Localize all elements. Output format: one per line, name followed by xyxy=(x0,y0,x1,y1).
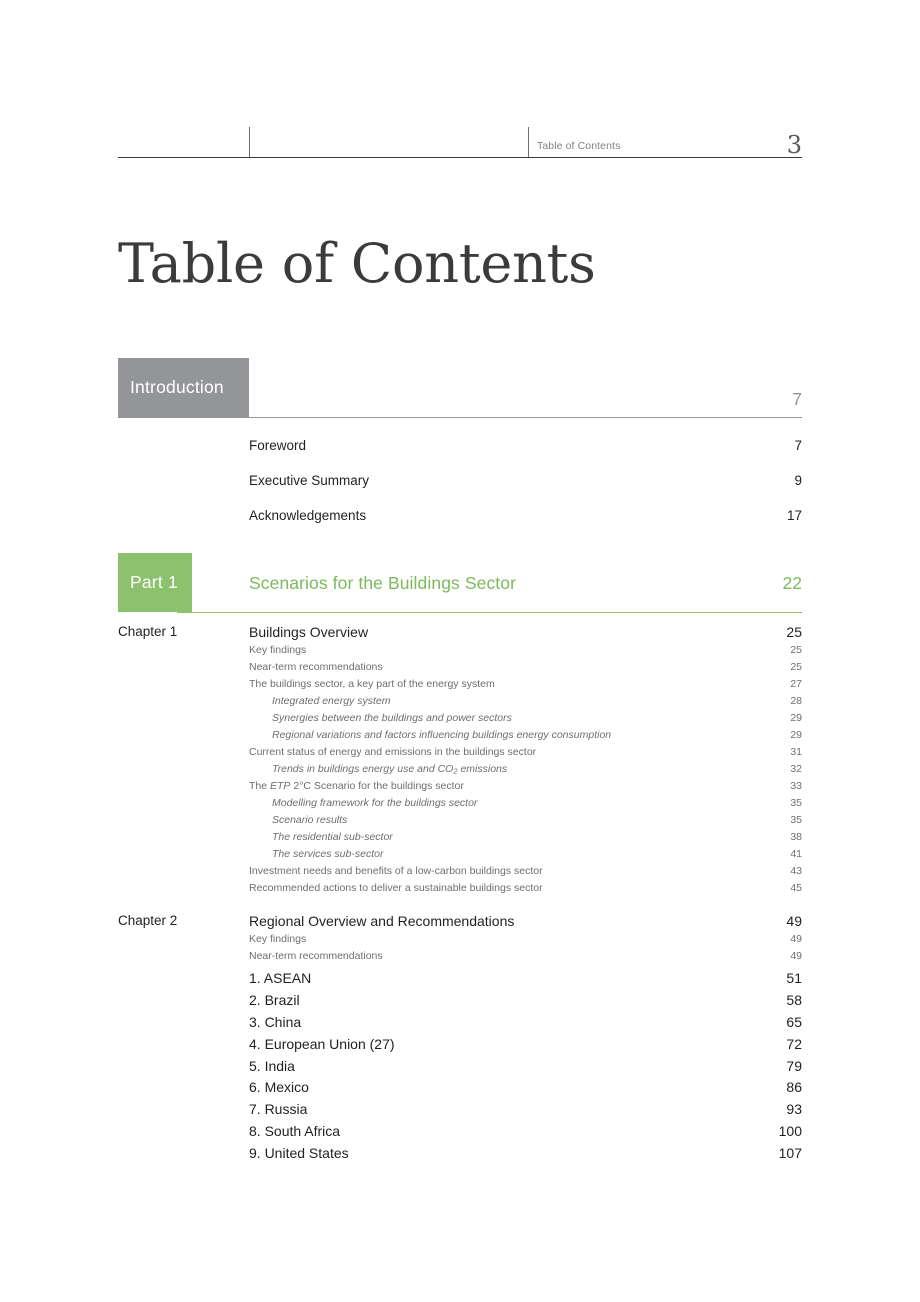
toc-entry-title[interactable]: Integrated energy system xyxy=(272,695,390,707)
toc-entry-page-number: 35 xyxy=(790,814,802,826)
running-header: Table of Contents 3 xyxy=(118,127,802,158)
section-banner-label-introduction: Introduction xyxy=(118,358,249,417)
toc-entry-page-number: 38 xyxy=(790,831,802,843)
toc-entry-title[interactable]: 2. Brazil xyxy=(249,992,300,1008)
toc-entry-page-number: 49 xyxy=(790,950,802,962)
toc-entry-page-number: 25 xyxy=(790,661,802,673)
header-section-label: Table of Contents xyxy=(537,140,621,152)
page-title: Table of Contents xyxy=(118,232,596,296)
section-banner-part-1: Part 1 Scenarios for the Buildings Secto… xyxy=(118,553,802,615)
toc-entry-title[interactable]: Executive Summary xyxy=(249,473,369,488)
toc-entry-title[interactable]: The residential sub-sector xyxy=(272,831,393,843)
document-page: Table of Contents 3 Table of Contents In… xyxy=(118,0,802,1302)
toc-entry-page-number: 33 xyxy=(790,780,802,792)
toc-entry-page-number: 65 xyxy=(786,1014,802,1030)
toc-entry-title[interactable]: Near-term recommendations xyxy=(249,950,383,962)
toc-entry-chapter-label: Chapter 1 xyxy=(118,624,178,639)
toc-entry-page-number: 93 xyxy=(786,1101,802,1117)
toc-entry-chapter-label: Chapter 2 xyxy=(118,913,178,928)
section-banner-introduction: Introduction 7 xyxy=(118,358,802,420)
toc-entry-page-number: 25 xyxy=(790,644,802,656)
toc-entry-page-number: 17 xyxy=(786,508,802,523)
toc-entry-page-number: 79 xyxy=(786,1058,802,1074)
header-divider-left xyxy=(249,127,250,157)
toc-entry-title[interactable]: Key findings xyxy=(249,933,306,945)
toc-entry-title[interactable]: 3. China xyxy=(249,1014,301,1030)
toc-entry-title[interactable]: Trends in buildings energy use and CO2 e… xyxy=(272,763,507,776)
toc-entry-title[interactable]: 7. Russia xyxy=(249,1101,307,1117)
toc-entry-title[interactable]: 5. India xyxy=(249,1058,295,1074)
toc-entry-page-number: 35 xyxy=(790,797,802,809)
toc-entry-page-number: 29 xyxy=(790,729,802,741)
toc-entry-title[interactable]: Foreword xyxy=(249,438,306,453)
section-banner-label-part-1: Part 1 xyxy=(118,553,192,612)
toc-entry-page-number: 27 xyxy=(790,678,802,690)
toc-entry-title[interactable]: Current status of energy and emissions i… xyxy=(249,746,536,758)
toc-entry-title[interactable]: Key findings xyxy=(249,644,306,656)
toc-entry-title[interactable]: The buildings sector, a key part of the … xyxy=(249,678,495,690)
toc-entry-page-number: 28 xyxy=(790,695,802,707)
toc-entry-page-number: 51 xyxy=(786,970,802,986)
toc-entry-title[interactable]: Regional variations and factors influenc… xyxy=(272,729,611,741)
toc-entry-title[interactable]: Buildings Overview xyxy=(249,624,368,640)
section-rule-introduction xyxy=(118,417,802,418)
toc-entry-page-number: 72 xyxy=(786,1036,802,1052)
toc-entry-page-number: 9 xyxy=(794,473,802,488)
header-page-number: 3 xyxy=(786,131,802,159)
toc-entry-title[interactable]: 1. ASEAN xyxy=(249,970,311,986)
toc-entry-page-number: 86 xyxy=(786,1079,802,1095)
toc-entry-page-number: 31 xyxy=(790,746,802,758)
toc-entry-title[interactable]: Investment needs and benefits of a low-c… xyxy=(249,865,543,877)
toc-entry-page-number: 32 xyxy=(790,763,802,775)
toc-entry-page-number: 43 xyxy=(790,865,802,877)
toc-entry-title[interactable]: Acknowledgements xyxy=(249,508,366,523)
toc-entry-title[interactable]: 8. South Africa xyxy=(249,1123,340,1139)
toc-entry-page-number: 49 xyxy=(790,933,802,945)
toc-entry-title[interactable]: Near-term recommendations xyxy=(249,661,383,673)
toc-entry-title[interactable]: The ETP 2°C Scenario for the buildings s… xyxy=(249,780,464,792)
toc-entry-title[interactable]: Synergies between the buildings and powe… xyxy=(272,712,512,724)
toc-entry-page-number: 58 xyxy=(786,992,802,1008)
header-divider-right xyxy=(528,127,529,157)
toc-entry-page-number: 100 xyxy=(778,1123,802,1139)
toc-entry-title[interactable]: 4. European Union (27) xyxy=(249,1036,395,1052)
toc-entry-title[interactable]: Scenario results xyxy=(272,814,347,826)
toc-entry-page-number: 29 xyxy=(790,712,802,724)
toc-entry-page-number: 49 xyxy=(786,913,802,929)
toc-entry-title[interactable]: 9. United States xyxy=(249,1145,349,1161)
toc-entry-title[interactable]: The services sub-sector xyxy=(272,848,383,860)
toc-entry-title[interactable]: Regional Overview and Recommendations xyxy=(249,913,514,929)
toc-entry-title[interactable]: Recommended actions to deliver a sustain… xyxy=(249,882,543,894)
toc-entry-page-number: 107 xyxy=(778,1145,802,1161)
toc-entry-title[interactable]: Modelling framework for the buildings se… xyxy=(272,797,477,809)
toc-entry-page-number: 25 xyxy=(786,624,802,640)
section-rule-part-1 xyxy=(177,612,802,613)
toc-entry-page-number: 45 xyxy=(790,882,802,894)
section-page-part-1: 22 xyxy=(782,573,802,593)
toc-entry-page-number: 41 xyxy=(790,848,802,860)
toc-entry-page-number: 7 xyxy=(794,438,802,453)
toc-entry-title[interactable]: 6. Mexico xyxy=(249,1079,309,1095)
section-page-introduction: 7 xyxy=(792,389,802,409)
section-title-part-1: Scenarios for the Buildings Sector xyxy=(249,573,517,593)
